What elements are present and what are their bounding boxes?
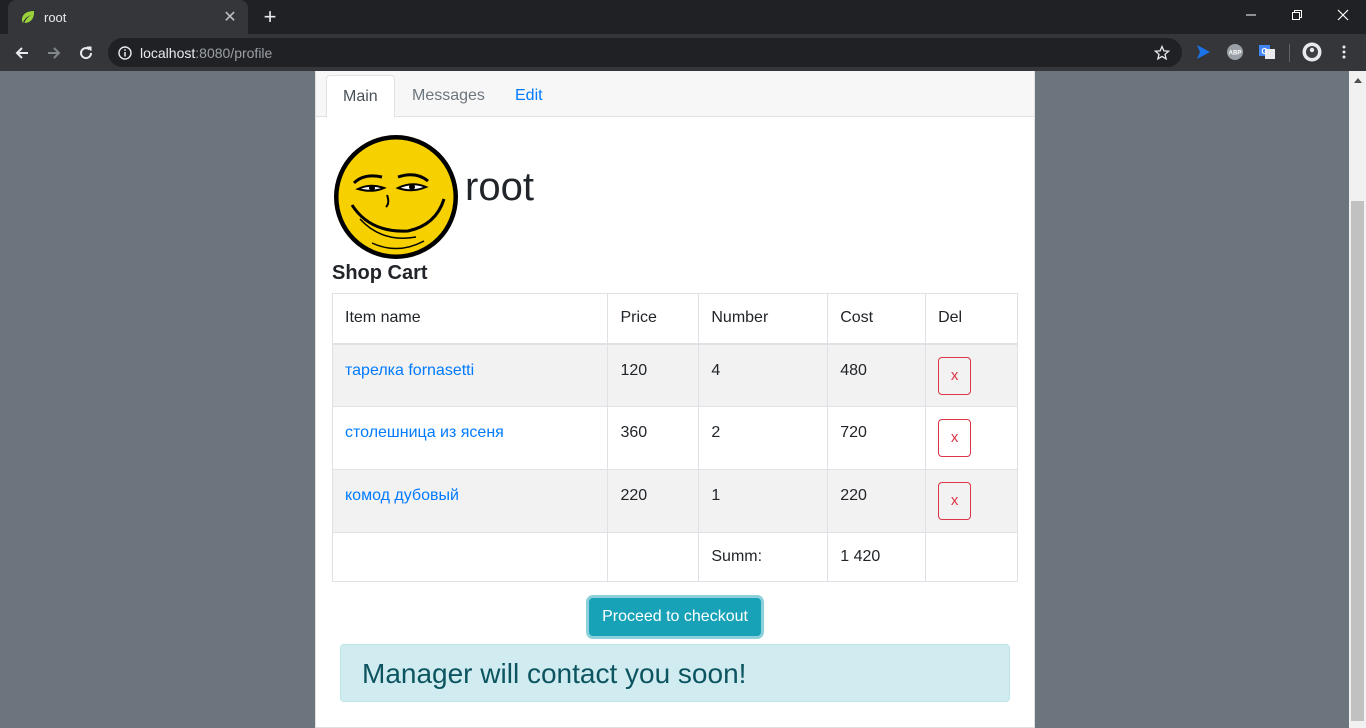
tab-main[interactable]: Main [326,75,395,118]
browser-tab[interactable]: root ✕ [8,0,248,34]
toolbar-separator [1289,44,1290,62]
item-link[interactable]: тарелка fornasetti [345,362,474,379]
media-extension-icon[interactable] [1193,42,1213,62]
svg-text:G: G [1261,47,1267,56]
arrow-left-icon [15,47,28,59]
cell-price: 360 [607,406,700,470]
table-row: комод дубовый 220 1 220 x [331,469,1018,533]
info-alert: Manager will contact you soon! [340,644,1010,702]
header-cost: Cost [827,293,927,345]
table-row: столешница из ясеня 360 2 720 x [331,406,1018,470]
close-window-button[interactable] [1320,0,1366,30]
item-link[interactable]: столешница из ясеня [345,424,504,441]
reload-icon [80,46,93,60]
cell-empty [925,532,1018,582]
cell-item-name: тарелка fornasetti [331,343,609,407]
url-host: localhost [140,44,196,61]
cell-price: 120 [607,343,700,407]
delete-button[interactable]: x [938,356,972,395]
restore-icon [1292,10,1302,20]
tab-edit[interactable]: Edit [499,75,559,117]
cell-cost: 480 [827,343,927,407]
table-header-row: Item name Price Number Cost Del [331,293,1018,345]
browser-titlebar: root ✕ + [0,0,1366,34]
bookmark-star-icon[interactable] [1152,43,1172,63]
translate-extension-icon[interactable]: G [1257,42,1277,62]
cell-number: 1 [698,469,829,533]
restore-button[interactable] [1274,0,1320,30]
close-icon [1337,9,1349,21]
cell-cost: 720 [827,406,927,470]
close-tab-icon[interactable]: ✕ [222,7,238,27]
header-del: Del [925,293,1018,345]
cell-price: 220 [607,469,700,533]
cell-empty [607,532,700,582]
minimize-button[interactable] [1228,0,1274,30]
minimize-icon [1246,14,1256,16]
back-button[interactable] [8,39,36,67]
checkout-button[interactable]: Proceed to checkout [589,598,761,636]
cart-table: Item name Price Number Cost Del тарелка … [331,293,1018,582]
new-tab-button[interactable]: + [258,4,282,30]
cell-empty [331,532,609,582]
url-text[interactable]: localhost:8080/profile [140,45,272,61]
item-link[interactable]: комод дубовый [345,487,459,504]
table-row: тарелка fornasetti 120 4 480 x [331,343,1018,407]
reload-button[interactable] [72,39,100,67]
spring-leaf-icon [20,9,36,25]
delete-button[interactable]: x [938,419,972,457]
smiley-face-avatar [334,135,458,259]
cell-item-name: столешница из ясеня [331,406,609,470]
sum-value: 1 420 [827,532,927,582]
cell-cost: 220 [827,469,927,533]
menu-kebab-icon[interactable] [1334,42,1354,62]
tab-messages[interactable]: Messages [396,75,501,117]
scroll-up-arrow-icon[interactable] [1349,71,1366,88]
profile-card: Main Messages Edit root Shop Cart Item n… [315,71,1035,728]
info-icon[interactable] [118,45,132,60]
header-number: Number [698,293,829,345]
cell-del: x [925,343,1018,407]
cell-number: 2 [698,406,829,470]
arrow-right-icon [48,47,61,59]
sum-label: Summ: [698,532,829,582]
tab-title: root [44,9,67,25]
adblock-extension-icon[interactable]: ABP [1225,42,1245,62]
url-path: :8080/profile [195,44,273,61]
cart-title: Shop Cart [332,262,428,284]
header-item-name: Item name [331,293,609,345]
forward-button[interactable] [40,39,68,67]
table-sum-row: Summ: 1 420 [331,532,1018,582]
cell-item-name: комод дубовый [331,469,609,533]
delete-button[interactable]: x [938,482,972,520]
card-header: Main Messages Edit [316,71,1034,118]
profile-username: root [465,165,534,209]
address-bar[interactable]: localhost:8080/profile [108,38,1182,67]
cell-del: x [925,406,1018,470]
browser-toolbar: localhost:8080/profile ABP G [0,34,1366,71]
vertical-scrollbar[interactable] [1349,71,1366,728]
header-price: Price [607,293,700,345]
cell-del: x [925,469,1018,533]
profile-avatar-icon[interactable] [1302,42,1322,62]
svg-text:ABP: ABP [1229,51,1242,57]
page-viewport: Main Messages Edit root Shop Cart Item n… [0,71,1366,728]
cell-number: 4 [698,343,829,407]
scrollbar-thumb[interactable] [1351,201,1364,721]
